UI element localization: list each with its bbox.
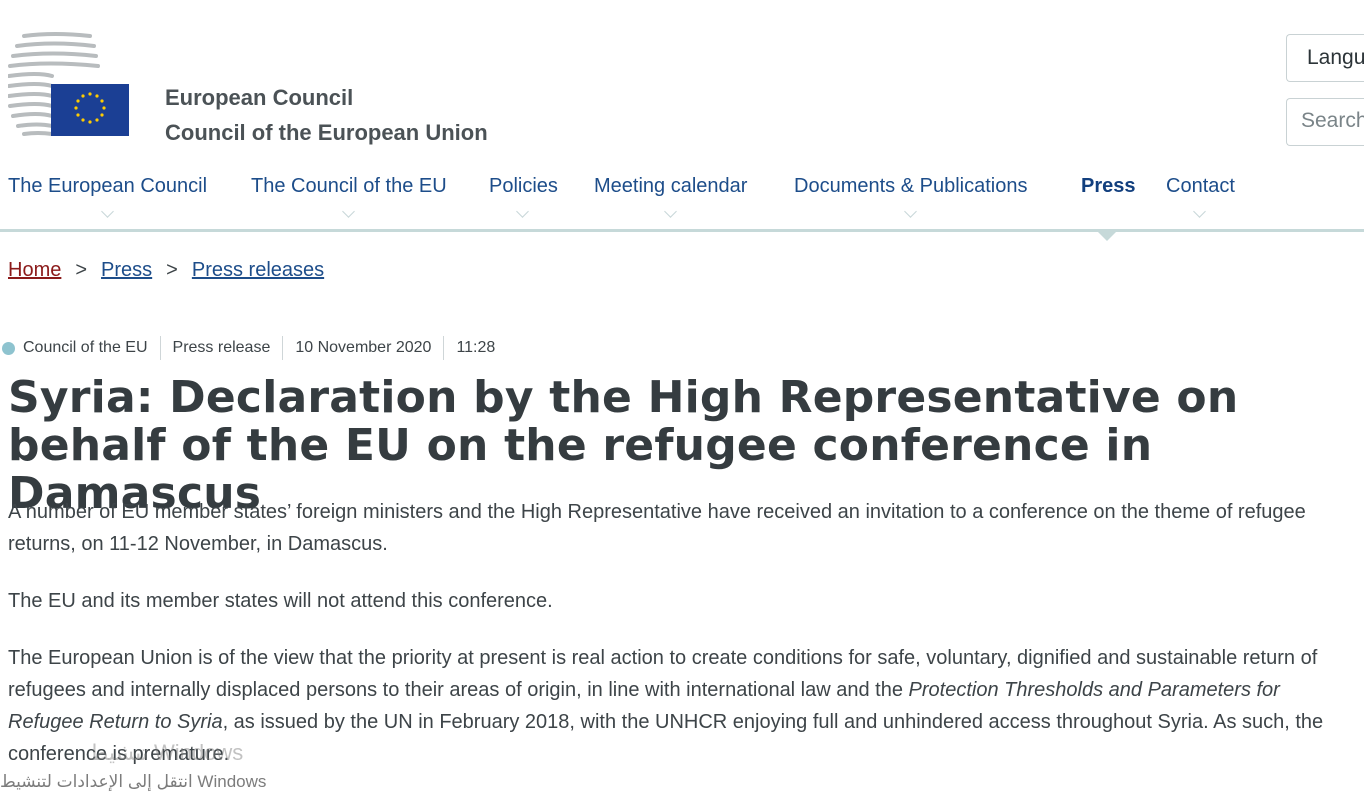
meta-date: 10 November 2020 xyxy=(282,336,443,360)
chevron-down-icon xyxy=(1193,205,1207,218)
breadcrumb: Home > Press > Press releases xyxy=(8,259,324,282)
nav-item-press[interactable]: Press xyxy=(1081,175,1136,215)
article-meta: Council of the EU Press release 10 Novem… xyxy=(2,336,507,360)
nav-item-contact[interactable]: Contact xyxy=(1166,175,1235,218)
org-name-council-eu[interactable]: Council of the European Union xyxy=(165,115,488,150)
nav-item-label: The Council of the EU xyxy=(251,175,447,197)
meta-source: Council of the EU xyxy=(23,339,148,356)
nav-item-label: Documents & Publications xyxy=(794,175,1028,197)
council-logo-icon xyxy=(7,32,129,136)
breadcrumb-press-releases-link[interactable]: Press releases xyxy=(192,259,324,281)
nav-item-label: Policies xyxy=(489,175,558,197)
org-name-european-council[interactable]: European Council xyxy=(165,80,488,115)
nav-item-label: Press xyxy=(1081,175,1136,197)
main-nav: The European Council The Council of the … xyxy=(8,175,1364,231)
meta-type: Press release xyxy=(159,336,283,360)
chevron-down-icon xyxy=(516,205,530,218)
chevron-down-icon xyxy=(663,205,677,218)
article-paragraph-2: The EU and its member states will not at… xyxy=(8,590,553,612)
organization-names[interactable]: European Council Council of the European… xyxy=(165,80,488,150)
nav-item-meeting-calendar[interactable]: Meeting calendar xyxy=(594,175,748,218)
nav-item-label: Meeting calendar xyxy=(594,175,748,197)
council-logo[interactable] xyxy=(7,32,130,136)
breadcrumb-home-link[interactable]: Home xyxy=(8,259,61,281)
nav-item-council-of-eu[interactable]: The Council of the EU xyxy=(251,175,447,218)
active-nav-indicator-icon xyxy=(1098,232,1116,241)
nav-item-label: Contact xyxy=(1166,175,1235,197)
source-dot-icon xyxy=(2,341,15,355)
breadcrumb-separator: > xyxy=(166,259,178,281)
windows-activation-watermark-subtext: انتقل إلى الإعدادات لتنشيط Windows xyxy=(0,772,267,791)
windows-activation-watermark: تنشيط Windows xyxy=(88,740,244,765)
search-box[interactable] xyxy=(1286,98,1364,146)
nav-divider xyxy=(0,229,1364,232)
breadcrumb-separator: > xyxy=(75,259,88,281)
breadcrumb-press-link[interactable]: Press xyxy=(101,259,152,281)
language-selector[interactable]: Langu xyxy=(1286,34,1364,82)
article-paragraph-1: A number of EU member states’ foreign mi… xyxy=(8,501,1306,555)
nav-item-european-council[interactable]: The European Council xyxy=(8,175,208,218)
meta-time: 11:28 xyxy=(443,336,507,360)
language-label: Langu xyxy=(1307,46,1364,69)
nav-item-documents-publications[interactable]: Documents & Publications xyxy=(794,175,1028,218)
chevron-down-icon xyxy=(100,205,114,218)
chevron-down-icon xyxy=(903,205,917,218)
search-input[interactable] xyxy=(1301,109,1364,133)
nav-item-policies[interactable]: Policies xyxy=(489,175,558,218)
nav-item-label: The European Council xyxy=(8,175,208,197)
chevron-down-icon xyxy=(341,205,355,218)
